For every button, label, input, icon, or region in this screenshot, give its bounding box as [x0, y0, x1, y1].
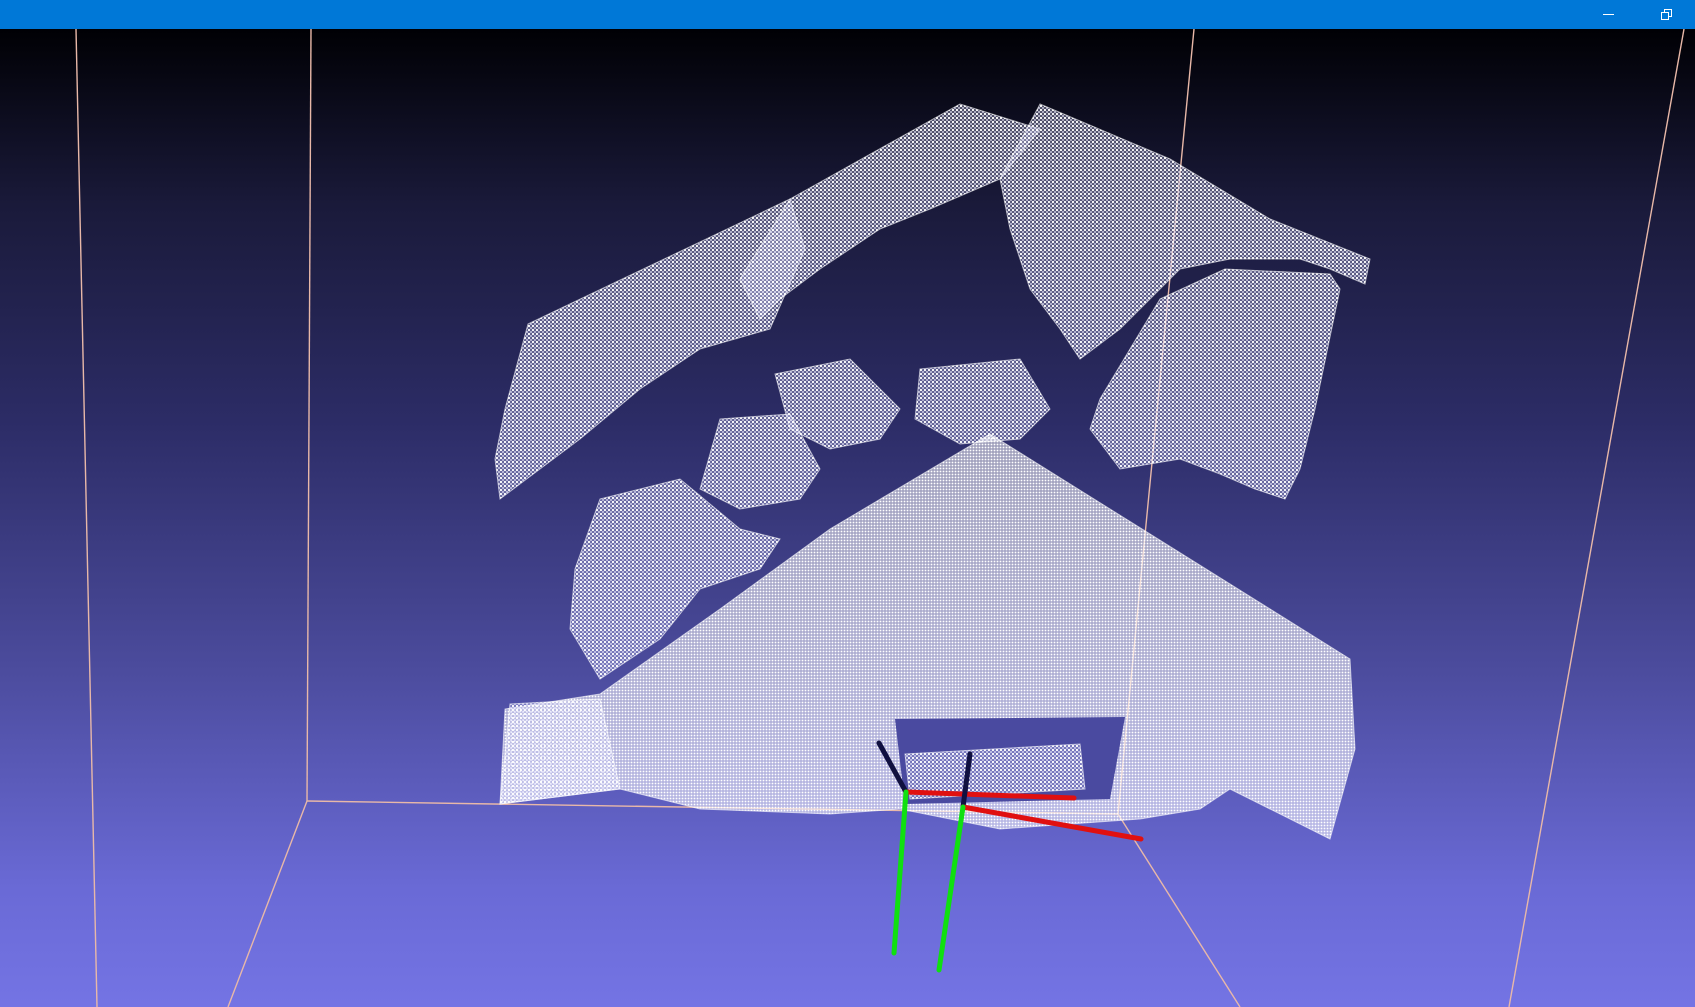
cloud-segment-top-center: [739, 103, 1041, 320]
scene-svg: [75, 29, 1685, 1007]
minimize-icon: [1602, 14, 1614, 15]
minimize-button[interactable]: [1579, 0, 1637, 29]
3d-viewport[interactable]: [0, 29, 1695, 1007]
cloud-segment-middle-center: [914, 358, 1051, 445]
point-cloud: [494, 103, 1371, 840]
restore-button[interactable]: [1637, 0, 1695, 29]
restore-icon: [1660, 9, 1672, 20]
app-window: [0, 0, 1695, 1007]
cloud-segment-lower-left: [499, 698, 621, 805]
title-bar[interactable]: [0, 0, 1695, 29]
